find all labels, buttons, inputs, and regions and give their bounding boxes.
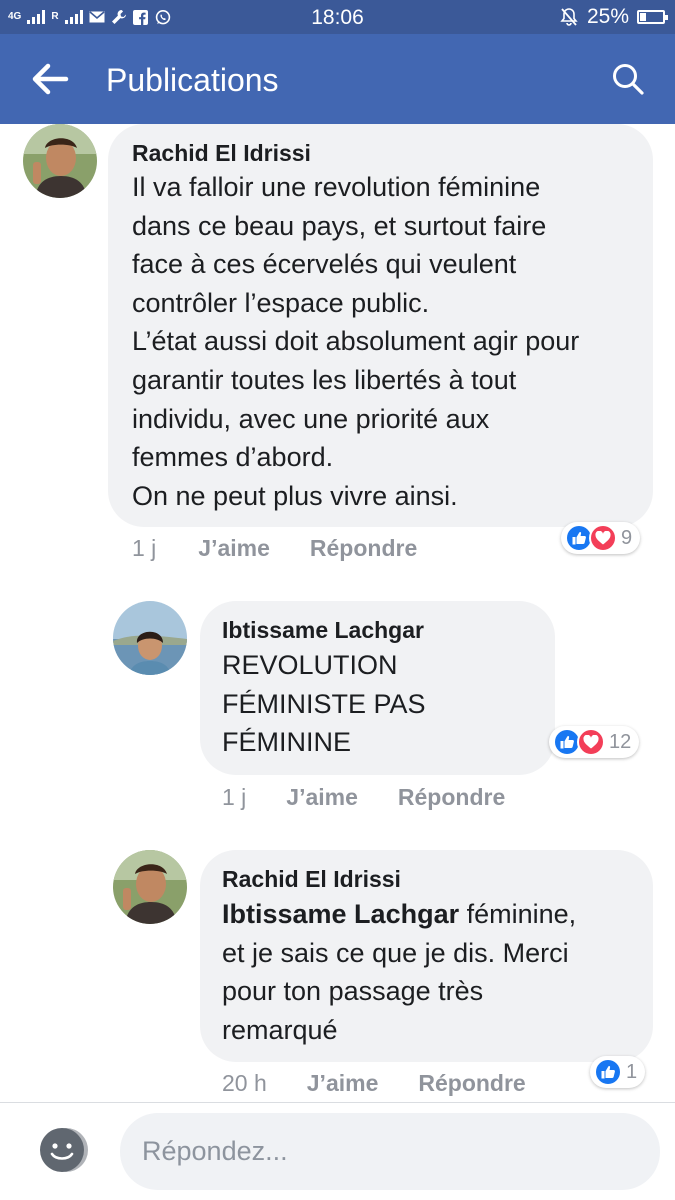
reaction-count: 9 [621,526,633,549]
comment-line-rest: féminine, [459,899,577,929]
reaction-count: 12 [609,730,632,753]
like-reaction-icon [594,1058,622,1086]
comment-line: garantir toutes les libertés à tout [132,365,517,395]
comment-time: 20 h [222,1070,267,1096]
like-button[interactable]: J’aime [198,535,270,562]
reaction-summary[interactable]: 12 [549,726,640,758]
comment-line: dans ce beau pays, et surtout faire [132,210,547,241]
comment-time: 1 j [132,535,157,561]
reply-button[interactable]: Répondre [418,1070,525,1097]
comment-line: Il va falloir une revolution féminine [132,172,541,202]
comment-actions: 1 j J’aime Répondre [132,535,417,562]
comment-line: femmes d’abord. [132,442,334,473]
status-bar: 4G R 18:06 25% [0,0,675,34]
comment-line: remarqué [222,1014,338,1045]
comment-line: On ne peut plus vivre ainsi. [132,480,458,511]
battery-icon [637,10,668,24]
comment-line: FÉMININE [222,727,352,758]
divider [0,1102,675,1103]
comment-line: et je sais ce que je dis. Merci [222,937,569,968]
comment-actions: 20 h J’aime Répondre [222,1070,526,1097]
comment-line: L’état aussi doit absolument agir pour [132,326,580,357]
comment-line: face à ces écervelés qui veulent [132,249,517,280]
comment-author[interactable]: Rachid El Idrissi [222,866,401,893]
mute-icon [559,7,579,27]
reaction-count: 1 [626,1060,638,1083]
avatar[interactable] [113,601,187,675]
love-reaction-icon [589,524,617,552]
reply-button[interactable]: Répondre [398,784,505,811]
reply-button[interactable]: Répondre [310,535,417,562]
reaction-summary[interactable]: 1 [590,1056,646,1088]
sticker-icon[interactable] [36,1126,90,1174]
search-icon[interactable] [608,60,650,102]
comment-author[interactable]: Ibtissame Lachgar [222,617,424,644]
comment-actions: 1 j J’aime Répondre [222,784,505,811]
comment-line: FÉMINISTE PAS [222,688,426,719]
battery-percent: 25% [586,5,629,28]
mention-link[interactable]: Ibtissame Lachgar [222,899,459,929]
reply-input[interactable] [120,1113,660,1190]
reaction-summary[interactable]: 9 [561,522,641,554]
status-icons-right: 25% [559,5,668,28]
comment-line: Ibtissame Lachgar féminine, [222,895,576,934]
comment-line: individu, avec une priorité aux [132,403,490,434]
comment-line: pour ton passage très [222,976,484,1007]
comment-line: contrôler l’espace public. [132,287,430,318]
arrow-left-icon[interactable] [30,62,74,96]
like-button[interactable]: J’aime [307,1070,379,1097]
avatar[interactable] [23,124,97,198]
avatar[interactable] [113,850,187,924]
like-button[interactable]: J’aime [286,784,358,811]
app-bar: Publications [0,34,675,124]
love-reaction-icon [577,728,605,756]
comment-time: 1 j [222,784,247,810]
page-title: Publications [106,62,279,98]
comment-line: REVOLUTION [222,650,398,680]
comment-author[interactable]: Rachid El Idrissi [132,140,311,167]
